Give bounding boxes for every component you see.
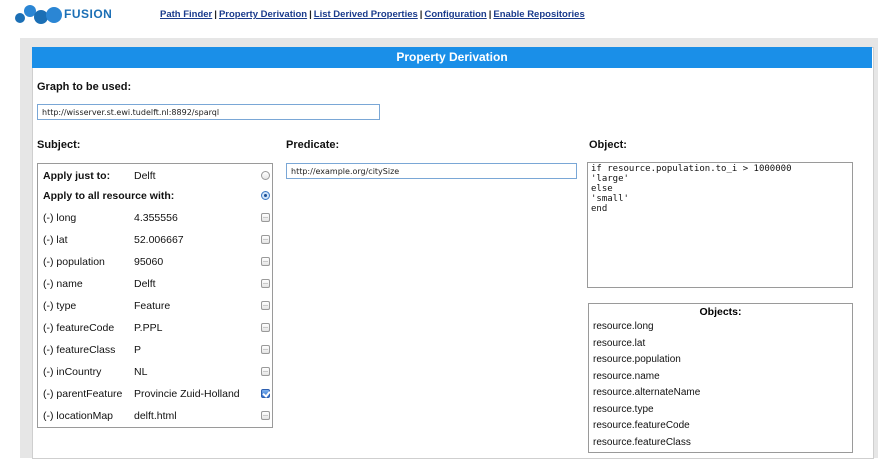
property-value: delft.html — [134, 410, 177, 422]
property-key: (-) lat — [43, 234, 68, 246]
logo-text: FUSION — [64, 7, 113, 21]
apply-all-row: Apply to all resource with: — [43, 186, 270, 206]
object-code-textarea[interactable]: if resource.population.to_i > 1000000 'l… — [587, 162, 853, 288]
list-item[interactable]: resource.lat — [589, 336, 852, 353]
property-value: Delft — [134, 278, 156, 290]
property-key: (-) name — [43, 278, 83, 290]
graph-input[interactable]: http://wisserver.st.ewi.tudelft.nl:8892/… — [37, 104, 380, 120]
nav-configuration[interactable]: Configuration — [424, 9, 486, 20]
property-row: (-) inCountry NL — [43, 362, 270, 382]
predicate-input[interactable]: http://example.org/citySize — [286, 163, 577, 179]
property-key: (-) inCountry — [43, 366, 102, 378]
property-checkbox[interactable] — [261, 367, 270, 376]
nav-separator: | — [309, 9, 312, 20]
nav-list-derived-properties[interactable]: List Derived Properties — [314, 9, 418, 20]
property-key: (-) long — [43, 212, 77, 224]
property-checkbox[interactable] — [261, 279, 270, 288]
objects-list-header: Objects: — [699, 306, 742, 318]
apply-just-to-row: Apply just to: Delft — [43, 166, 270, 186]
property-value: NL — [134, 366, 148, 378]
property-row: (-) lat 52.006667 — [43, 230, 270, 250]
property-key: (-) parentFeature — [43, 388, 123, 400]
objects-list: Objects: resource.long resource.lat reso… — [588, 303, 853, 453]
property-value: P.PPL — [134, 322, 163, 334]
property-row: (-) long 4.355556 — [43, 208, 270, 228]
property-value: P — [134, 344, 142, 356]
graph-label: Graph to be used: — [37, 81, 132, 93]
property-checkbox[interactable] — [261, 411, 270, 420]
apply-all-radio[interactable] — [261, 191, 270, 200]
object-label: Object: — [589, 139, 627, 151]
property-row: (-) type Feature — [43, 296, 270, 316]
property-key: (-) featureCode — [43, 322, 115, 334]
predicate-label: Predicate: — [286, 139, 340, 151]
apply-just-to-label: Apply just to: — [43, 170, 111, 182]
property-value: 4.355556 — [134, 212, 178, 224]
property-key: (-) locationMap — [43, 410, 114, 422]
property-key: (-) type — [43, 300, 77, 312]
property-key: (-) population — [43, 256, 105, 268]
property-checkbox[interactable] — [261, 301, 270, 310]
subject-box: Apply just to: Delft Apply to all resour… — [37, 163, 273, 428]
list-item[interactable]: resource.name — [589, 369, 852, 386]
property-checkbox[interactable] — [261, 235, 270, 244]
property-row: (-) parentFeature Provincie Zuid-Holland — [43, 384, 270, 404]
apply-just-to-radio[interactable] — [261, 171, 270, 180]
main-nav: Path Finder | Property Derivation | List Der… — [160, 9, 585, 20]
panel-title: Property Derivation — [32, 47, 872, 68]
property-value: Feature — [134, 300, 171, 312]
apply-all-label: Apply to all resource with: — [43, 190, 175, 202]
property-checkbox[interactable] — [261, 213, 270, 222]
nav-separator: | — [214, 9, 217, 20]
property-row: (-) featureClass P — [43, 340, 270, 360]
list-item[interactable]: resource.population — [589, 352, 852, 369]
property-value: Provincie Zuid-Holland — [134, 388, 240, 400]
apply-just-to-value: Delft — [134, 170, 156, 182]
nav-enable-repositories[interactable]: Enable Repositories — [493, 9, 584, 20]
property-checkbox[interactable] — [261, 257, 270, 266]
nav-property-derivation[interactable]: Property Derivation — [219, 9, 307, 20]
list-item[interactable]: resource.featureClass — [589, 435, 852, 452]
list-item[interactable]: resource.type — [589, 402, 852, 419]
property-value: 95060 — [134, 256, 164, 268]
property-checkbox[interactable] — [261, 323, 270, 332]
subject-label: Subject: — [37, 139, 81, 151]
list-item[interactable]: resource.long — [589, 319, 852, 336]
property-checkbox[interactable] — [261, 389, 270, 398]
list-item[interactable]: resource.featureCode — [589, 418, 852, 435]
property-value: 52.006667 — [134, 234, 184, 246]
list-item[interactable]: resource.alternateName — [589, 385, 852, 402]
property-row: (-) name Delft — [43, 274, 270, 294]
property-checkbox[interactable] — [261, 345, 270, 354]
top-bar: FUSION Path Finder | Property Derivation | L… — [0, 0, 882, 32]
property-key: (-) featureClass — [43, 344, 116, 356]
property-row: (-) population 95060 — [43, 252, 270, 272]
property-row: (-) featureCode P.PPL — [43, 318, 270, 338]
nav-path-finder[interactable]: Path Finder — [160, 9, 212, 20]
property-row: (-) locationMap delft.html — [43, 406, 270, 426]
